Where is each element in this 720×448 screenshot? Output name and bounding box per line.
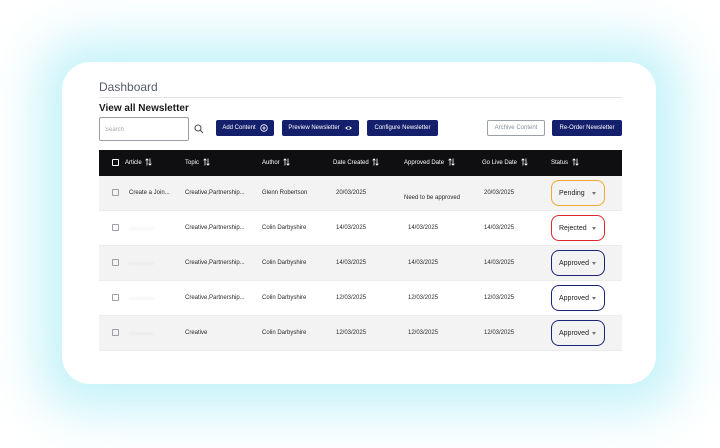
date-created-cell: 12/03/2025 <box>336 330 367 336</box>
status-dropdown[interactable]: Approved <box>551 250 605 276</box>
status-label: Rejected <box>559 224 587 232</box>
column-header-topic[interactable]: Topic <box>185 150 210 176</box>
page-title: Dashboard <box>99 80 158 94</box>
column-header-author[interactable]: Author <box>262 150 291 176</box>
author-cell: Colin Darbyshire <box>262 295 307 301</box>
approved-date-cell: 12/03/2025 <box>408 295 439 301</box>
date-created-cell: 12/03/2025 <box>336 295 367 301</box>
table-row[interactable]: ............... Creative,Partnership... … <box>99 281 622 316</box>
go-live-date-cell: 12/03/2025 <box>484 330 515 336</box>
column-header-go-live-date[interactable]: Go Live Date <box>482 150 528 176</box>
status-dropdown[interactable]: Approved <box>551 285 605 311</box>
sort-arrows-icon <box>283 158 291 167</box>
topic-cell: Creative,Partnership... <box>185 225 245 231</box>
article-cell[interactable]: ............... <box>129 316 179 350</box>
row-checkbox[interactable] <box>112 294 119 301</box>
row-checkbox[interactable] <box>112 259 119 266</box>
sort-arrows-icon <box>145 158 153 167</box>
chevron-down-icon <box>592 262 596 265</box>
status-dropdown[interactable]: Rejected <box>551 215 605 241</box>
preview-newsletter-label: Preview Newsletter <box>288 125 340 131</box>
column-header-article[interactable]: Article <box>125 150 153 176</box>
approved-date-cell: 14/03/2025 <box>408 260 439 266</box>
add-content-label: Add Content <box>222 125 256 131</box>
chevron-down-icon <box>592 192 596 195</box>
archive-content-button[interactable]: Archive Content <box>487 120 545 136</box>
column-header-status[interactable]: Status <box>551 150 579 176</box>
search-input[interactable] <box>103 119 191 141</box>
chevron-down-icon <box>592 332 596 335</box>
status-dropdown[interactable]: Pending <box>551 180 605 206</box>
status-label: Approved <box>559 294 589 302</box>
chevron-down-icon <box>592 227 596 230</box>
row-checkbox[interactable] <box>112 329 119 336</box>
topic-cell: Creative,Partnership... <box>185 295 245 301</box>
row-checkbox[interactable] <box>112 189 119 196</box>
topic-cell: Creative,Partnership... <box>185 260 245 266</box>
author-cell: Colin Darbyshire <box>262 225 307 231</box>
plus-circle-icon <box>259 124 268 132</box>
chevron-down-icon <box>592 297 596 300</box>
date-created-cell: 14/03/2025 <box>336 260 367 266</box>
table-row[interactable]: ............... Creative,Partnership... … <box>99 246 622 281</box>
reorder-newsletter-label: Re-Order Newsletter <box>559 125 615 131</box>
search-field[interactable] <box>99 117 191 141</box>
go-live-date-cell: 14/03/2025 <box>484 225 515 231</box>
go-live-date-cell: 12/03/2025 <box>484 295 515 301</box>
article-cell[interactable]: ............... <box>129 281 179 315</box>
archive-content-label: Archive Content <box>494 125 538 131</box>
search-icon[interactable] <box>194 124 204 134</box>
sort-arrows-icon <box>202 158 210 167</box>
sort-arrows-icon <box>448 158 455 167</box>
status-label: Approved <box>559 329 589 337</box>
approved-date-cell: 14/03/2025 <box>408 225 439 231</box>
reorder-newsletter-button[interactable]: Re-Order Newsletter <box>552 120 622 136</box>
table-row[interactable]: ............... Creative Colin Darbyshir… <box>99 316 622 351</box>
add-content-button[interactable]: Add Content <box>216 120 274 136</box>
sort-arrows-icon <box>571 158 579 167</box>
author-cell: Glenn Robertson <box>262 190 308 196</box>
configure-newsletter-label: Configure Newsletter <box>374 125 431 131</box>
approved-date-cell: 12/03/2025 <box>408 330 439 336</box>
table-row[interactable]: Create a Join... Creative,Partnership...… <box>99 176 622 211</box>
column-header-date-created[interactable]: Date Created <box>333 150 380 176</box>
table-row[interactable]: ............... Creative,Partnership... … <box>99 211 622 246</box>
article-cell[interactable]: ............... <box>129 211 179 245</box>
go-live-date-cell: 20/03/2025 <box>484 190 515 196</box>
select-all-checkbox[interactable] <box>112 159 119 166</box>
date-created-cell: 14/03/2025 <box>336 225 367 231</box>
author-cell: Colin Darbyshire <box>262 260 307 266</box>
approved-date-cell: Need to be approved <box>404 195 461 201</box>
column-header-approved-date[interactable]: Approved Date <box>404 150 455 176</box>
status-label: Approved <box>559 259 589 267</box>
preview-newsletter-button[interactable]: Preview Newsletter <box>282 120 359 136</box>
configure-newsletter-button[interactable]: Configure Newsletter <box>367 120 438 136</box>
title-divider <box>99 97 622 98</box>
status-label: Pending <box>559 189 585 197</box>
article-cell[interactable]: ............... <box>129 246 179 280</box>
table-header: Article Topic Author Date Created Approv… <box>99 150 622 176</box>
status-dropdown[interactable]: Approved <box>551 320 605 346</box>
section-title: View all Newsletter <box>99 103 189 114</box>
go-live-date-cell: 14/03/2025 <box>484 260 515 266</box>
eye-icon <box>344 126 352 130</box>
row-checkbox[interactable] <box>112 224 119 231</box>
sort-arrows-icon <box>521 158 528 167</box>
date-created-cell: 20/03/2025 <box>336 190 367 196</box>
newsletter-table: Article Topic Author Date Created Approv… <box>99 150 622 351</box>
sort-arrows-icon <box>372 158 380 167</box>
topic-cell: Creative,Partnership... <box>185 190 245 196</box>
article-cell[interactable]: Create a Join... <box>129 176 179 210</box>
author-cell: Colin Darbyshire <box>262 330 307 336</box>
topic-cell: Creative <box>185 330 208 336</box>
